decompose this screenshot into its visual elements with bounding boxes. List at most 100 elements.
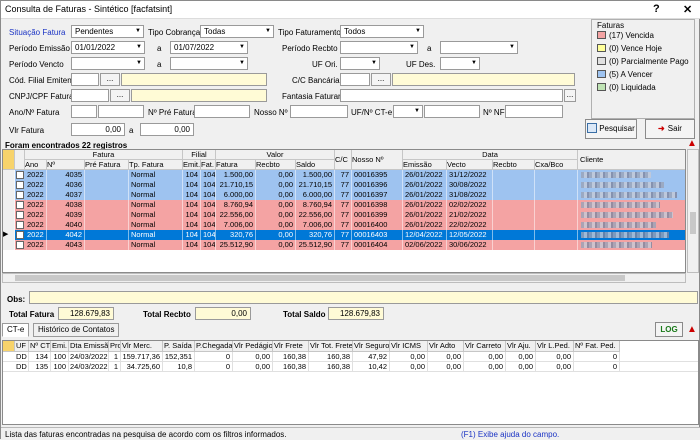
periodo-vencto-ate[interactable] xyxy=(170,57,248,70)
cte-header[interactable]: Emi. xyxy=(51,341,69,352)
row-checkbox[interactable] xyxy=(16,201,24,209)
vlr-fatura-label: Vlr Fatura xyxy=(9,126,45,135)
fantasia-input[interactable] xyxy=(340,89,563,102)
cte-header[interactable]: P.Chegada xyxy=(195,341,233,352)
cte-header[interactable]: P. Saída xyxy=(163,341,195,352)
header-cliente[interactable]: Cliente xyxy=(578,150,685,170)
vlr-fatura-de-input[interactable]: 0,00 xyxy=(71,123,125,136)
uf-ori-select[interactable] xyxy=(340,57,380,70)
ano-fatura-input[interactable] xyxy=(71,105,97,118)
tipo-faturamento-label: Tipo Faturamento xyxy=(278,28,341,37)
table-row[interactable]: 2022 4040 Normal 104 104 7.006,00 0,00 7.006,00… xyxy=(3,220,685,230)
cte-header[interactable]: Vlr ICMS xyxy=(390,341,428,352)
cte-header[interactable]: Vlr Adto xyxy=(428,341,464,352)
row-checkbox[interactable] xyxy=(16,181,24,189)
grid-corner-icon[interactable] xyxy=(3,341,15,352)
fantasia-lookup-button[interactable]: ... xyxy=(564,89,576,102)
n-cte-input[interactable] xyxy=(424,105,480,118)
periodo-recbto-ate[interactable] xyxy=(440,41,518,54)
header-recbto[interactable]: Recbto xyxy=(256,160,296,170)
cod-filial-lookup-button[interactable]: ... xyxy=(100,73,120,86)
table-row[interactable]: 2022 4039 Normal 104 104 22.556,00 0,00 22.556,… xyxy=(3,210,685,220)
table-row[interactable]: 2022 4036 Normal 104 104 21.710,15 0,00 21.710,… xyxy=(3,180,685,190)
help-button[interactable]: ? xyxy=(653,3,660,15)
periodo-emissao-de[interactable]: 01/01/2022 xyxy=(71,41,145,54)
cod-filial-input[interactable] xyxy=(71,73,99,86)
cte-header[interactable]: Nº CT-e xyxy=(29,341,51,352)
cte-header[interactable]: Vlr Aju. xyxy=(506,341,536,352)
cte-header[interactable]: Vlr Pedágio xyxy=(233,341,273,352)
table-row[interactable]: 2022 4035 Normal 104 104 1.500,00 0,00 1.500,00… xyxy=(3,170,685,180)
cc-bancaria-name xyxy=(392,73,575,86)
table-row[interactable]: 2022 4037 Normal 104 104 6.000,00 0,00 6.000,00… xyxy=(3,190,685,200)
log-button[interactable]: LOG xyxy=(655,322,683,337)
header-pre-fatura[interactable]: Pré Fatura xyxy=(85,160,129,170)
close-button[interactable]: ✕ xyxy=(683,3,692,16)
situacao-select[interactable]: Pendentes xyxy=(71,25,144,38)
vlr-fatura-ate-input[interactable]: 0,00 xyxy=(140,123,194,136)
periodo-recbto-de[interactable] xyxy=(340,41,418,54)
nosso-n-input[interactable] xyxy=(290,105,348,118)
header-recbto-data[interactable]: Recbto xyxy=(493,160,535,170)
cc-bancaria-lookup-button[interactable]: ... xyxy=(371,73,391,86)
cell-cxa xyxy=(535,170,578,180)
header-fatura[interactable]: Fatura xyxy=(216,160,256,170)
row-checkbox[interactable] xyxy=(16,211,24,219)
grid-vertical-scrollbar[interactable] xyxy=(687,149,699,273)
row-checkbox[interactable] xyxy=(16,171,24,179)
n-fatura-input[interactable] xyxy=(98,105,144,118)
cte-header[interactable]: Pro xyxy=(109,341,121,352)
row-checkbox[interactable] xyxy=(16,221,24,229)
collapse-up-icon[interactable]: ▲ xyxy=(687,324,697,335)
cnpj-lookup-button[interactable]: ... xyxy=(110,89,130,102)
header-fat[interactable]: Fat. xyxy=(201,160,216,170)
cc-bancaria-input[interactable] xyxy=(340,73,370,86)
periodo-vencto-de[interactable] xyxy=(71,57,145,70)
row-checkbox[interactable] xyxy=(16,241,24,249)
grid-corner-icon[interactable] xyxy=(3,150,15,170)
cte-row[interactable]: DD 134 100 24/03/2022 1 159.717,36 152,351 0 0,0… xyxy=(3,352,698,362)
uf-cte-select[interactable] xyxy=(393,105,423,118)
header-vencto[interactable]: Vecto xyxy=(447,160,493,170)
header-n[interactable]: Nº xyxy=(47,160,85,170)
header-cxa-bco[interactable]: Cxa/Bco xyxy=(535,160,578,170)
grid-horizontal-scrollbar[interactable] xyxy=(2,273,686,283)
pesquisar-button[interactable]: Pesquisar xyxy=(585,119,637,139)
periodo-emissao-label: Período Emissão xyxy=(9,44,70,53)
cte-row[interactable]: DD 135 100 24/03/2022 1 34.725,60 10,8 0 0,00 160… xyxy=(3,362,698,372)
uf-des-select[interactable] xyxy=(440,57,480,70)
cte-header[interactable]: Vlr Carreto xyxy=(464,341,506,352)
header-emit[interactable]: Emit. xyxy=(183,160,201,170)
cte-header[interactable]: Dta Emissão xyxy=(69,341,109,352)
cte-header[interactable]: Vlr Frete xyxy=(273,341,309,352)
cnpj-input[interactable] xyxy=(71,89,109,102)
header-nosso-n[interactable]: Nosso Nº xyxy=(352,150,403,170)
tipo-faturamento-select[interactable]: Todos xyxy=(340,25,424,38)
table-row[interactable]: 2022 4043 Normal 104 104 25.512,90 0,00 25.512,… xyxy=(3,240,685,250)
table-row[interactable]: 2022 4038 Normal 104 104 8.760,94 0,00 8.760,94… xyxy=(3,200,685,210)
header-ano[interactable]: Ano xyxy=(25,160,47,170)
cte-header[interactable]: Vlr Seguro xyxy=(353,341,390,352)
cte-header[interactable]: Vlr Merc. xyxy=(121,341,163,352)
header-tp-fatura[interactable]: Tp. Fatura xyxy=(129,160,183,170)
cell-n: 4039 xyxy=(47,210,85,220)
header-emissao[interactable]: Emissão xyxy=(403,160,447,170)
header-saldo[interactable]: Saldo xyxy=(296,160,335,170)
sair-button[interactable]: ➜ Sair xyxy=(645,119,695,139)
nf-input[interactable] xyxy=(505,105,563,118)
tipo-cobranca-select[interactable]: Todas xyxy=(200,25,274,38)
periodo-emissao-ate[interactable]: 01/07/2022 xyxy=(170,41,248,54)
cte-header[interactable]: Vlr L.Ped. xyxy=(536,341,574,352)
header-cc[interactable]: C/C xyxy=(335,150,352,170)
row-checkbox[interactable] xyxy=(16,191,24,199)
tab-cte[interactable]: CT-e xyxy=(2,323,30,337)
row-checkbox[interactable] xyxy=(16,231,24,239)
tab-historico[interactable]: Histórico de Contatos xyxy=(33,323,120,337)
cte-header[interactable]: Vlr Tot. Frete xyxy=(309,341,353,352)
collapse-up-icon[interactable]: ▲ xyxy=(687,138,697,149)
cte-header[interactable]: UF xyxy=(15,341,29,352)
grid-check-header[interactable] xyxy=(15,150,25,170)
table-row[interactable]: ▶ 2022 4042 Normal 104 104 320,76 0,00 320,76 77 0… xyxy=(3,230,685,240)
cte-header[interactable]: Nº Fat. Ped. xyxy=(574,341,620,352)
n-pre-fatura-input[interactable] xyxy=(194,105,250,118)
